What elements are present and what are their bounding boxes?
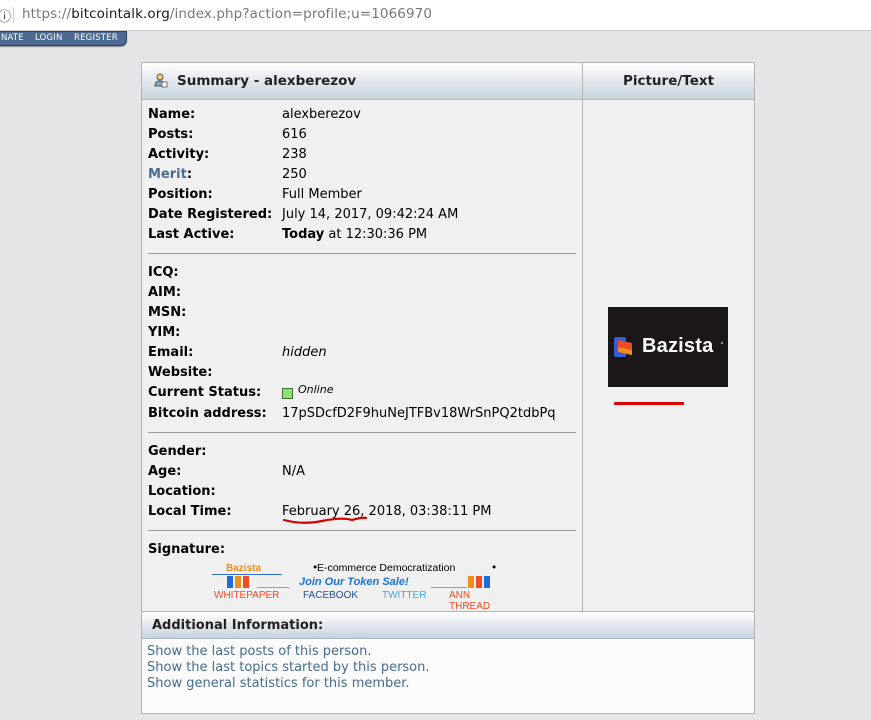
field-label: Position:: [148, 187, 213, 202]
column-divider: [582, 63, 583, 611]
sig-link-whitepaper[interactable]: WHITEPAPER: [214, 590, 279, 601]
field-value: alexberezov: [282, 107, 361, 122]
field-label: Signature:: [148, 542, 226, 557]
field-value: 250: [282, 167, 307, 182]
sig-brand: Bazista: [226, 563, 262, 574]
field-label: AIM:: [148, 285, 182, 300]
additional-info-body: Show the last posts of this person. Show…: [142, 639, 754, 713]
merit-link[interactable]: Merit: [148, 167, 187, 182]
user-profile-icon: [154, 73, 168, 88]
nav-register[interactable]: REGISTER: [74, 33, 118, 43]
address-divider: [13, 7, 14, 23]
field-label: Last Active:: [148, 227, 235, 242]
field-value: 17pSDcfD2F9huNeJTFBv18WrSnPQ2tdbPq: [282, 406, 556, 421]
merit-colon: :: [186, 167, 193, 182]
field-value: July 14, 2017, 09:42:24 AM: [282, 207, 459, 222]
summary-title: Summary - alexberezov: [177, 73, 357, 89]
additional-info-title: Additional Information:: [152, 618, 324, 633]
nav-login[interactable]: LOGIN: [35, 33, 63, 43]
link-last-posts[interactable]: Show the last posts of this person.: [147, 644, 371, 659]
field-label: Current Status:: [148, 385, 262, 400]
nav-donate[interactable]: NATE: [1, 33, 24, 43]
additional-info-header: Additional Information:: [142, 611, 754, 639]
url-path: /index.php?action=profile;u=1066970: [169, 6, 433, 22]
field-label: ICQ:: [148, 265, 179, 280]
divider: [148, 253, 576, 254]
field-value: Online: [282, 383, 334, 400]
sig-link-twitter[interactable]: TWITTER: [382, 590, 426, 601]
online-status-text: Online: [298, 383, 334, 396]
red-underline-annotation-avatar: [614, 402, 684, 405]
red-underline-annotation: [282, 516, 368, 524]
signature-banner[interactable]: Bazista • E-commerce Democratization • J…: [212, 562, 512, 612]
forum-top-nav: NATE LOGIN REGISTER: [0, 31, 127, 46]
online-status-icon: [282, 388, 293, 399]
sig-line-right: [431, 587, 467, 588]
avatar-text: Bazista: [642, 335, 714, 357]
profile-table: Summary - alexberezov Picture/Text Name:…: [141, 62, 755, 714]
field-value: Full Member: [282, 187, 362, 202]
field-value: hidden: [282, 345, 327, 360]
field-label: MSN:: [148, 305, 187, 320]
field-label: Website:: [148, 365, 213, 380]
field-label: Email:: [148, 345, 194, 360]
sig-line-left: [257, 587, 289, 588]
sig-brand-underline: [212, 574, 282, 575]
field-value: 238: [282, 147, 307, 162]
sig-link-facebook[interactable]: FACEBOOK: [303, 590, 358, 601]
field-label: YIM:: [148, 325, 181, 340]
page-info-icon[interactable]: ⓘ: [0, 6, 11, 25]
today-text: Today: [282, 227, 325, 242]
field-value: Today at 12:30:36 PM: [282, 227, 427, 242]
picture-text-title: Picture/Text: [622, 73, 715, 89]
field-label: Activity:: [148, 147, 210, 162]
sig-slogan: E-commerce Democratization: [317, 562, 456, 574]
url-text[interactable]: https://bitcointalk.org/index.php?action…: [22, 6, 432, 22]
avatar: Bazista: [608, 307, 728, 387]
field-label: Merit:: [148, 167, 192, 182]
field-label: Bitcoin address:: [148, 406, 267, 421]
link-last-topics[interactable]: Show the last topics started by this per…: [147, 660, 430, 675]
field-label: Posts:: [148, 127, 194, 142]
last-active-time: at 12:30:36 PM: [324, 227, 428, 242]
sig-link-ann-thread[interactable]: ANN THREAD: [449, 590, 512, 612]
field-label: Date Registered:: [148, 207, 273, 222]
field-label: Name:: [148, 107, 196, 122]
sig-token-sale[interactable]: Join Our Token Sale!: [299, 576, 409, 588]
browser-address-bar[interactable]: ⓘ https://bitcointalk.org/index.php?acti…: [0, 0, 871, 31]
url-scheme: https://: [22, 6, 72, 22]
sig-bullet-right: •: [491, 562, 498, 574]
avatar-trademark-dot: [721, 342, 723, 344]
picture-header: Picture/Text: [583, 63, 754, 100]
field-value: N/A: [282, 464, 305, 479]
field-label: Age:: [148, 464, 182, 479]
field-value: 616: [282, 127, 307, 142]
field-label: Local Time:: [148, 504, 232, 519]
summary-header: Summary - alexberezov: [142, 63, 582, 100]
url-host: bitcointalk.org: [71, 6, 170, 22]
divider: [148, 530, 576, 531]
field-label: Location:: [148, 484, 216, 499]
bazista-logo-icon: [614, 337, 632, 357]
field-label: Gender:: [148, 444, 207, 459]
link-general-stats[interactable]: Show general statistics for this member.: [147, 676, 410, 691]
divider: [148, 432, 576, 433]
